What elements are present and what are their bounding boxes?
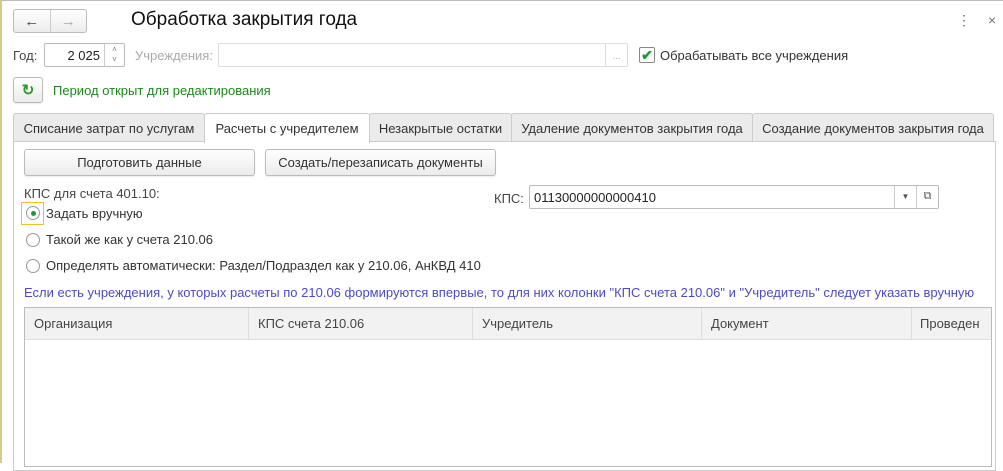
kps-label: КПС: [494,191,524,206]
prepare-data-button[interactable]: Подготовить данные [24,149,255,176]
kps-value: 01130000000000410 [534,190,656,205]
tab-create-documents[interactable]: Создание документов закрытия года [752,113,994,142]
radio-manual-label[interactable]: Задать вручную [46,206,143,221]
column-header-founder[interactable]: Учредитель [473,308,702,339]
column-header-posted[interactable]: Проведен [912,308,991,339]
top-border [0,0,1003,1]
period-status: Период открыт для редактирования [53,83,271,98]
kps-field[interactable]: 01130000000000410 ▼ ⧉ [529,185,939,209]
process-all-checkbox[interactable]: ✔ [639,47,655,63]
navigation-buttons: ← → [13,9,87,33]
refresh-button[interactable]: ↻ [13,77,43,103]
hint-text: Если есть учреждения, у которых расчеты … [24,285,975,300]
left-border [0,0,2,463]
radio-same-as-210-label[interactable]: Такой же как у счета 210.06 [46,232,213,247]
radio-manual[interactable] [26,206,40,220]
select-button[interactable]: ... [605,44,627,66]
spin-down-icon[interactable]: ˅ [112,55,117,65]
spin-up-icon[interactable]: ˄ [112,45,117,55]
radio-same-as-210[interactable] [26,233,40,247]
year-label: Год: [13,48,38,63]
column-header-kps[interactable]: КПС счета 210.06 [249,308,473,339]
more-menu-icon[interactable]: ⋮ [957,12,971,29]
checkmark-icon: ✔ [641,47,653,63]
year-field[interactable]: 2 025 ˄ ˅ [44,43,125,67]
tab-founder-settlements[interactable]: Расчеты с учредителем [204,113,370,143]
radio-dot-icon [30,210,36,216]
open-icon[interactable]: ⧉ [916,186,938,208]
tab-unclosed-balances[interactable]: Незакрытые остатки [369,113,512,142]
column-header-organization[interactable]: Организация [25,308,249,339]
refresh-icon: ↻ [21,82,35,99]
forward-button[interactable]: → [49,10,87,32]
create-documents-button[interactable]: Создать/перезаписать документы [265,149,496,176]
header-divider [25,339,991,340]
institutions-label: Учреждения: [135,48,213,63]
process-all-label[interactable]: Обрабатывать все учреждения [660,48,848,63]
radio-automatic[interactable] [26,259,40,273]
back-button[interactable]: ← [14,10,50,32]
institutions-field[interactable]: ... [218,43,628,67]
kps-group-label: КПС для счета 401.10: [24,186,160,201]
year-spinner[interactable]: ˄ ˅ [104,44,124,66]
page-title: Обработка закрытия года [131,9,358,30]
radio-automatic-label[interactable]: Определять автоматически: Раздел/Подразд… [46,258,481,273]
close-icon[interactable]: × [988,12,996,28]
tab-services-costs[interactable]: Списание затрат по услугам [13,113,205,142]
column-header-document[interactable]: Документ [702,308,912,339]
dropdown-icon[interactable]: ▼ [894,186,916,208]
institutions-value [219,44,605,66]
tab-delete-documents[interactable]: Удаление документов закрытия года [511,113,753,142]
year-value: 2 025 [67,48,100,63]
